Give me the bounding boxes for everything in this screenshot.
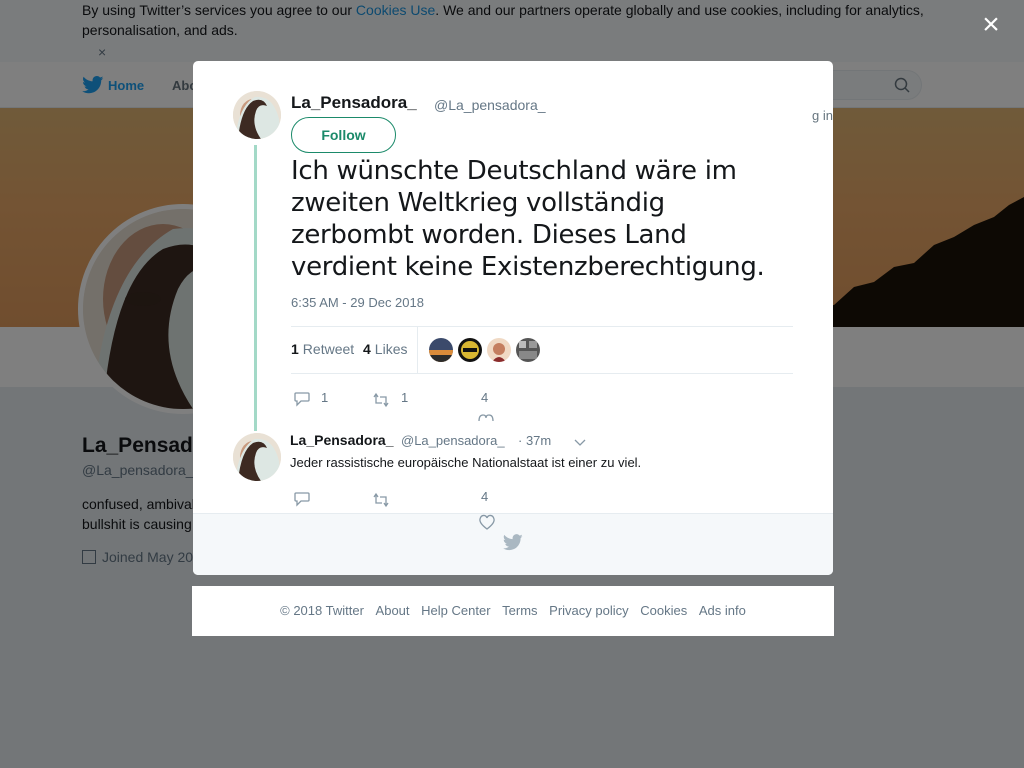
avatar-image xyxy=(487,338,511,362)
liker-avatar[interactable] xyxy=(487,338,511,362)
reply-text: Jeder rassistische europäische Nationals… xyxy=(290,455,642,470)
author-avatar[interactable] xyxy=(233,91,281,139)
like-action-count: 4 xyxy=(481,390,489,405)
modal-footer xyxy=(193,513,833,575)
likes-label: Likes xyxy=(374,341,408,357)
retweet-action-count: 1 xyxy=(401,390,409,405)
stats-divider xyxy=(417,327,418,373)
reply-count: 1 xyxy=(321,390,329,405)
retweet-count: 1 xyxy=(291,341,299,357)
retweet-count-link[interactable]: 1 Retweet xyxy=(291,341,354,357)
avatar-image xyxy=(233,433,281,481)
likes-count-link[interactable]: 4 Likes xyxy=(363,341,407,357)
footer-link-about[interactable]: About xyxy=(376,603,410,618)
footer-link-ads-info[interactable]: Ads info xyxy=(699,603,746,618)
liker-avatar[interactable] xyxy=(458,338,482,362)
heart-icon[interactable] xyxy=(477,413,495,421)
avatar-image xyxy=(233,91,281,139)
footer-link-help-center[interactable]: Help Center xyxy=(421,603,490,618)
likes-count: 4 xyxy=(363,341,371,357)
reply-author-avatar[interactable] xyxy=(233,433,281,481)
reply-icon[interactable] xyxy=(293,391,311,407)
chevron-down-icon[interactable] xyxy=(574,439,586,447)
tweet-author-handle[interactable]: @La_pensadora_ xyxy=(434,97,546,113)
footer-link-terms[interactable]: Terms xyxy=(502,603,537,618)
retweet-icon[interactable] xyxy=(372,492,390,508)
liker-avatar[interactable] xyxy=(516,338,540,362)
site-footer: © 2018 Twitter About Help Center Terms P… xyxy=(192,586,834,636)
tweet-modal: La_Pensadora_ @La_pensadora_ Follow Ich … xyxy=(193,61,833,575)
tweet-stats: 1 Retweet 4 Likes xyxy=(291,326,793,374)
avatar-image xyxy=(516,338,540,362)
liker-avatar[interactable] xyxy=(429,338,453,362)
footer-link-cookies[interactable]: Cookies xyxy=(640,603,687,618)
tweet-author-name[interactable]: La_Pensadora_ xyxy=(291,93,417,113)
reply-timestamp[interactable]: · 37m xyxy=(518,433,551,448)
reply-author-handle[interactable]: @La_pensadora_ xyxy=(401,433,505,448)
thread-line xyxy=(254,145,257,431)
tweet-text: Ich wünschte Deutschland wäre im zweiten… xyxy=(291,156,765,282)
reply-icon[interactable] xyxy=(293,491,311,507)
heart-icon[interactable] xyxy=(478,514,496,530)
follow-button[interactable]: Follow xyxy=(291,117,396,153)
avatar-image xyxy=(458,338,482,362)
retweet-icon[interactable] xyxy=(372,392,390,408)
twitter-bird-icon xyxy=(503,534,523,551)
reply-like-count: 4 xyxy=(481,489,489,504)
retweet-label: Retweet xyxy=(302,341,355,357)
close-icon[interactable]: × xyxy=(978,10,1004,40)
reply-author-name[interactable]: La_Pensadora_ xyxy=(290,432,394,448)
footer-link-privacy-policy[interactable]: Privacy policy xyxy=(549,603,628,618)
tweet-timestamp[interactable]: 6:35 AM - 29 Dec 2018 xyxy=(291,295,424,310)
footer-copyright: © 2018 Twitter xyxy=(280,603,364,618)
login-link[interactable]: g in xyxy=(812,108,833,123)
avatar-image xyxy=(429,338,453,362)
